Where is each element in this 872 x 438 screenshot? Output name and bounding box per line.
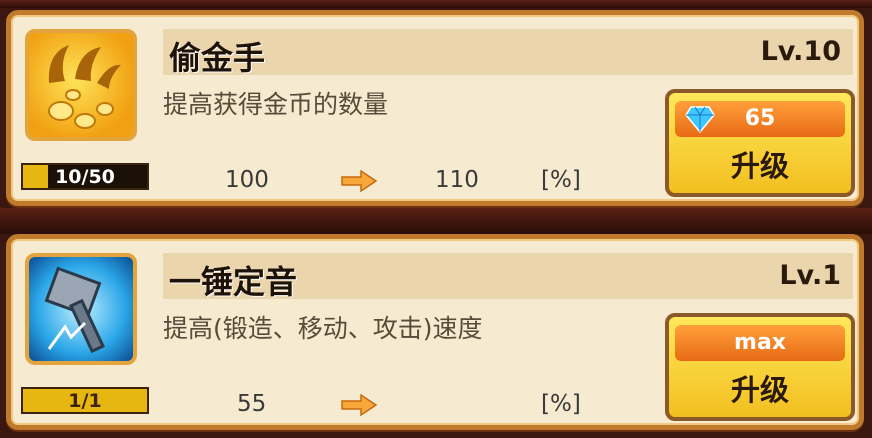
skill-progress-bar: 10/50 bbox=[21, 163, 149, 190]
cost-bar: 65 bbox=[675, 101, 845, 137]
progress-text: 10/50 bbox=[55, 166, 115, 188]
skill-description: 提高获得金币的数量 bbox=[163, 90, 389, 119]
upgrade-label: 升级 bbox=[730, 149, 789, 183]
cost-value: max bbox=[734, 330, 786, 355]
skill-level: Lv.10 bbox=[760, 36, 841, 67]
arrow-right-icon bbox=[341, 170, 377, 192]
next-value: 110 bbox=[435, 167, 479, 193]
arrow-right-icon bbox=[341, 394, 377, 416]
skill-level: Lv.1 bbox=[779, 260, 841, 291]
cost-bar: max bbox=[675, 325, 845, 361]
upgrade-label: 升级 bbox=[730, 373, 789, 407]
skill-description: 提高(锻造、移动、攻击)速度 bbox=[163, 314, 483, 343]
progress-text: 1/1 bbox=[68, 390, 102, 412]
skill-title-bar: 一锤定音 Lv.1 bbox=[163, 253, 853, 301]
skill-progress-bar: 1/1 bbox=[21, 387, 149, 414]
current-value: 100 bbox=[225, 167, 269, 193]
hammer-icon bbox=[25, 253, 137, 365]
upgrade-button[interactable]: max 升级 bbox=[665, 313, 855, 421]
skill-name: 一锤定音 bbox=[169, 263, 298, 301]
skill-title-bar: 偷金手 Lv.10 bbox=[163, 29, 853, 77]
upgrade-button[interactable]: 65 升级 bbox=[665, 89, 855, 197]
golden-claw-coins-icon bbox=[25, 29, 137, 141]
cost-value: 65 bbox=[744, 106, 776, 131]
unit-label: [%] bbox=[541, 391, 581, 417]
skill-name: 偷金手 bbox=[169, 39, 266, 77]
skill-card: 偷金手 Lv.10 提高获得金币的数量 10/50 100 110 [%] 65… bbox=[6, 10, 864, 206]
unit-label: [%] bbox=[541, 167, 581, 193]
skill-card: 一锤定音 Lv.1 提高(锻造、移动、攻击)速度 1/1 55 [%] max … bbox=[6, 234, 864, 430]
current-value: 55 bbox=[237, 391, 267, 417]
